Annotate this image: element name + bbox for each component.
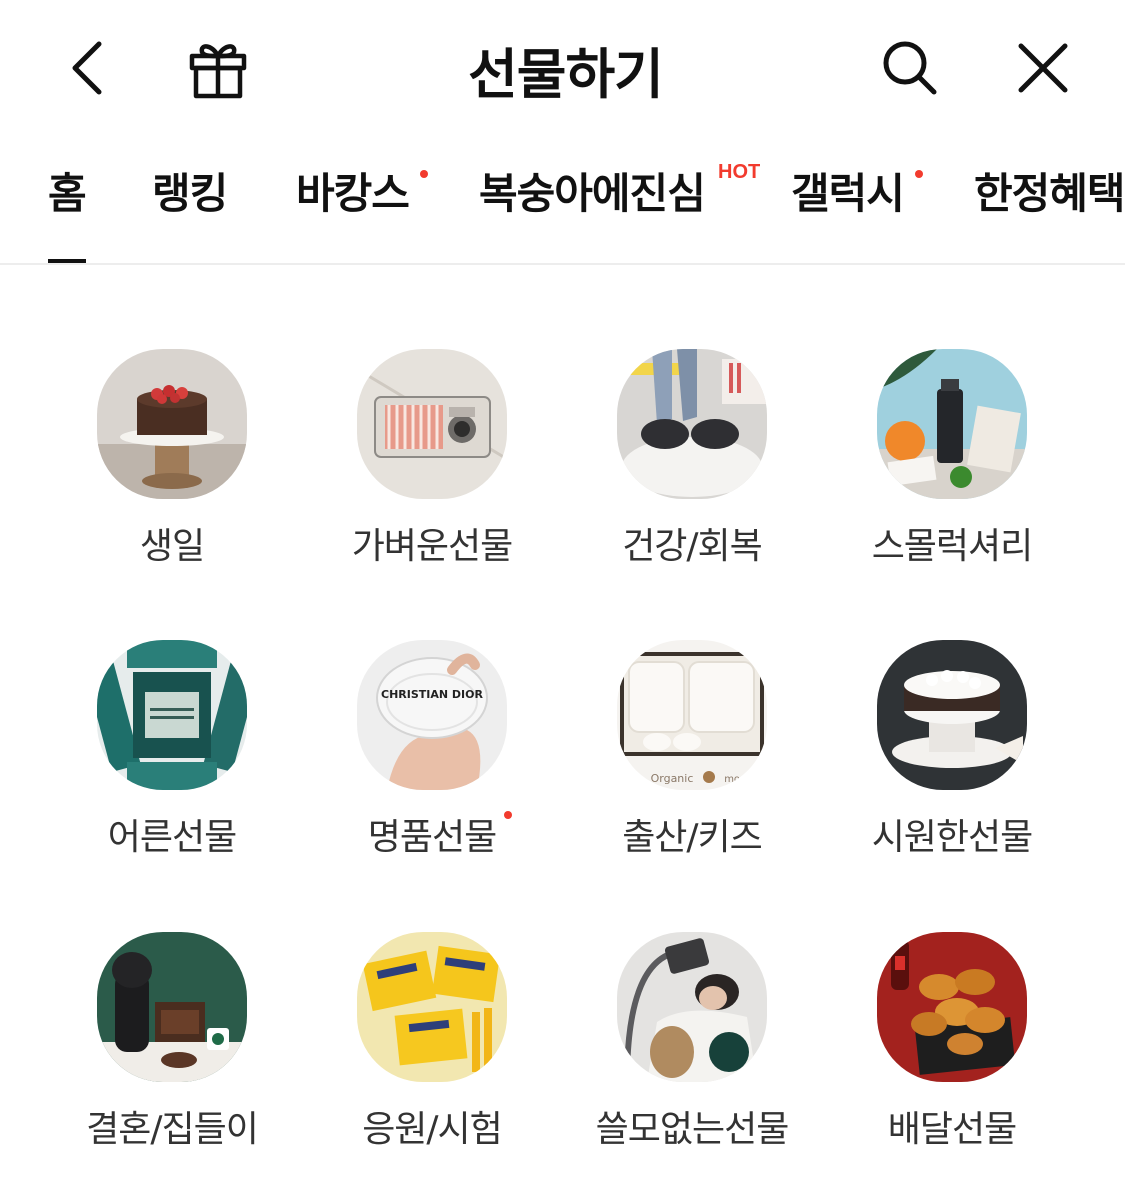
category-light-gift[interactable]: 가벼운선물: [302, 349, 562, 599]
category-birthday[interactable]: 생일: [42, 349, 302, 599]
category-label: 명품선물: [367, 817, 497, 858]
category-label: 건강/회복: [622, 526, 763, 567]
svg-text:mom: mom: [724, 774, 750, 785]
category-thumbnail: [877, 349, 1027, 499]
category-thumbnail: [877, 932, 1027, 1082]
svg-text:Organic: Organic: [651, 772, 694, 785]
category-label: 생일: [139, 526, 205, 567]
tab-peach[interactable]: 복숭아에진심 HOT: [479, 161, 760, 263]
category-useless-gift[interactable]: 쓸모없는선물: [562, 932, 822, 1182]
category-thumbnail: [97, 640, 247, 790]
category-small-luxury[interactable]: 스몰럭셔리: [822, 349, 1082, 599]
tab-label: 홈: [48, 169, 87, 218]
tab-label: 한정혜택: [974, 169, 1125, 218]
category-thumbnail: [877, 640, 1027, 790]
tab-vacance[interactable]: 바캉스: [296, 165, 428, 263]
close-button[interactable]: [1003, 28, 1083, 108]
app-header: 선물하기: [0, 0, 1125, 135]
tab-ranking[interactable]: 랭킹: [152, 165, 228, 263]
category-cheer-exam[interactable]: 응원/시험: [302, 932, 562, 1182]
tab-label: 랭킹: [152, 169, 228, 218]
category-label: 배달선물: [887, 1109, 1017, 1150]
category-label: 쓸모없는선물: [595, 1109, 790, 1150]
category-luxury-gift[interactable]: CHRISTIAN DIOR 명품선물: [302, 640, 562, 890]
category-label: 가벼운선물: [351, 526, 514, 567]
search-icon: [883, 41, 937, 95]
category-thumbnail: [357, 349, 507, 499]
category-thumbnail: [617, 932, 767, 1082]
search-button[interactable]: [870, 28, 950, 108]
tab-home[interactable]: 홈: [48, 165, 87, 263]
category-thumbnail: [357, 932, 507, 1082]
tab-label: 바캉스: [296, 169, 410, 218]
category-thumbnail: CHRISTIAN DIOR: [357, 640, 507, 790]
close-icon: [1018, 43, 1068, 93]
new-dot: [915, 170, 923, 178]
category-label: 출산/키즈: [622, 817, 763, 858]
category-health[interactable]: 건강/회복: [562, 349, 822, 599]
tab-galaxy[interactable]: 갤럭시: [791, 165, 923, 263]
category-tab-bar: 홈 랭킹 바캉스 복숭아에진심 HOT 갤럭시 한정혜택: [0, 135, 1125, 265]
hot-badge: HOT: [718, 161, 761, 183]
category-thumbnail: [97, 349, 247, 499]
category-label: 시원한선물: [871, 817, 1034, 858]
category-label: 어른선물: [107, 817, 237, 858]
category-label: 응원/시험: [362, 1109, 503, 1150]
new-dot: [420, 170, 428, 178]
category-elders[interactable]: 어른선물: [42, 640, 302, 890]
category-birth-kids[interactable]: Organic mom 출산/키즈: [562, 640, 822, 890]
category-thumbnail: Organic mom: [617, 640, 767, 790]
category-cool-gift[interactable]: 시원한선물: [822, 640, 1082, 890]
category-delivery-gift[interactable]: 배달선물: [822, 932, 1082, 1182]
category-wedding-housewarming[interactable]: 결혼/집들이: [42, 932, 302, 1182]
category-thumbnail: [97, 932, 247, 1082]
tab-limited-benefit[interactable]: 한정혜택: [974, 165, 1125, 263]
category-label: 스몰럭셔리: [871, 526, 1034, 567]
page-title: 선물하기: [468, 43, 664, 106]
tab-label: 갤럭시: [791, 169, 905, 218]
category-label: 결혼/집들이: [86, 1109, 259, 1150]
new-dot: [504, 811, 512, 819]
category-thumbnail: [617, 349, 767, 499]
tab-label: 복숭아에진심: [479, 169, 706, 218]
category-grid: 생일 가벼운선물 건강/회복 스몰럭셔리 어른선물 CHRISTIAN DIOR…: [0, 265, 1125, 1176]
svg-text:CHRISTIAN DIOR: CHRISTIAN DIOR: [381, 688, 483, 701]
